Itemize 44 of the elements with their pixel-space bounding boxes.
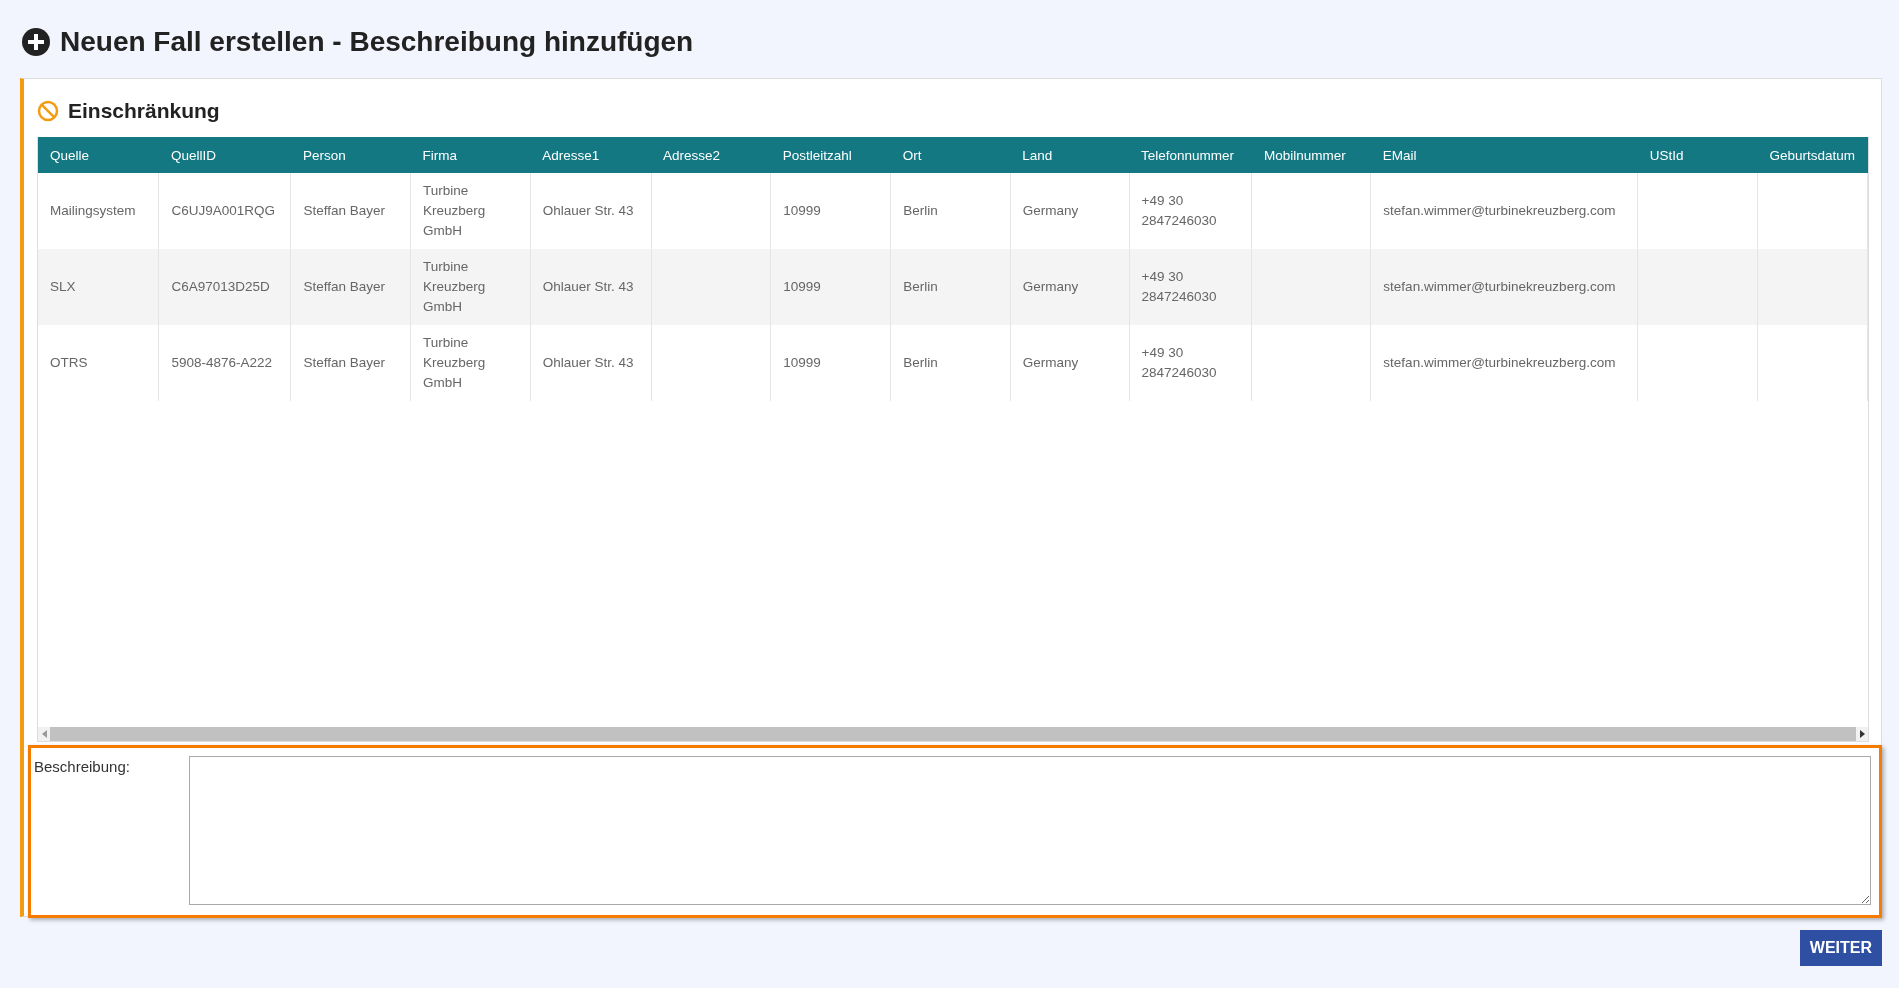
table-cell: 5908-4876-A222 [158,325,291,401]
column-header[interactable]: UStId [1637,137,1758,173]
column-header[interactable]: Quelle [38,137,159,173]
table-cell: Steffan Bayer [290,249,411,325]
table-cell: Steffan Bayer [290,325,411,401]
table-cell: C6A97013D25D [158,249,291,325]
column-header[interactable]: QuellID [158,137,291,173]
description-label: Beschreibung: [34,757,131,777]
column-header[interactable]: Telefonnummer [1129,137,1252,173]
table-cell: 10999 [770,325,891,401]
column-header[interactable]: Firma [410,137,531,173]
left-arrow-icon[interactable] [41,730,47,738]
column-header[interactable]: Person [290,137,411,173]
column-header[interactable]: Mobilnummer [1251,137,1371,173]
table-cell: Germany [1010,325,1129,401]
column-header[interactable]: Postleitzahl [770,137,891,173]
column-header[interactable]: Land [1010,137,1129,173]
table-cell: +49 30 2847246030 [1129,249,1252,325]
table-cell: 10999 [770,249,891,325]
page-title: Neuen Fall erstellen - Beschreibung hinzufügen [60,26,694,58]
prohibited-icon [37,100,59,122]
table-cell: Ohlauer Str. 43 [530,325,652,401]
column-header[interactable]: Adresse2 [651,137,771,173]
horizontal-scrollbar[interactable] [38,727,1868,741]
table-cell: Turbine Kreuzberg GmbH [410,325,531,401]
table-cell: Ohlauer Str. 43 [530,249,652,325]
section-title: Einschränkung [68,99,220,123]
next-button[interactable]: WEITER [1799,930,1882,966]
table-cell: stefan.wimmer@turbinekreuzberg.com [1370,249,1638,325]
table-cell: Berlin [890,249,1011,325]
table-cell: stefan.wimmer@turbinekreuzberg.com [1370,325,1638,401]
add-icon [22,28,50,56]
description-field[interactable] [189,756,1871,905]
right-arrow-icon[interactable] [1859,730,1865,738]
table-cell: +49 30 2847246030 [1129,325,1252,401]
table-cell: OTRS [38,325,159,401]
table-cell: SLX [38,249,159,325]
table-cell: Turbine Kreuzberg GmbH [410,249,531,325]
table-cell: Berlin [890,325,1011,401]
column-header[interactable]: EMail [1370,137,1638,173]
column-header[interactable]: Geburtsdatum [1757,137,1868,173]
column-header[interactable]: Ort [890,137,1011,173]
table-cell: Germany [1010,249,1129,325]
column-header[interactable]: Adresse1 [530,137,652,173]
